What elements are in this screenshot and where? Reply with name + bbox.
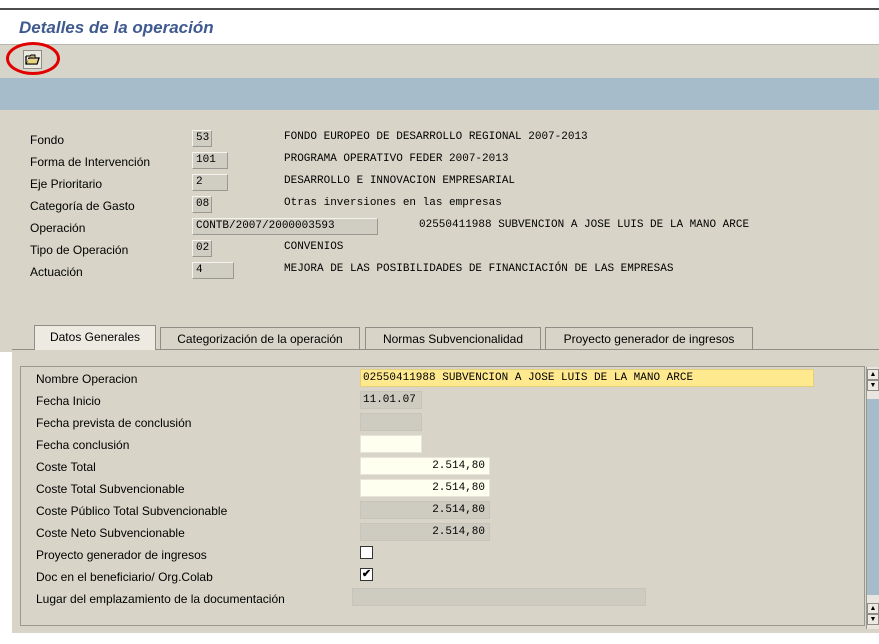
forma-label: Forma de Intervención xyxy=(30,155,151,169)
actuacion-label: Actuación xyxy=(30,265,83,279)
operacion-desc: 02550411988 SUBVENCION A JOSE LUIS DE LA… xyxy=(419,219,750,231)
categoria-label: Categoría de Gasto xyxy=(30,199,135,213)
proyecto-checkbox[interactable] xyxy=(360,546,373,559)
eje-label: Eje Prioritario xyxy=(30,177,103,191)
coste-publico-field: 2.514,80 xyxy=(360,501,490,519)
fondo-code: 53 xyxy=(192,130,212,147)
coste-publico-label: Coste Público Total Subvencionable xyxy=(36,504,228,518)
tipo-desc: CONVENIOS xyxy=(284,241,344,253)
nombre-input[interactable]: 02550411988 SUBVENCION A JOSE LUIS DE LA… xyxy=(360,369,814,387)
fecha-conclusion-input[interactable] xyxy=(360,435,422,453)
forma-desc: PROGRAMA OPERATIVO FEDER 2007-2013 xyxy=(284,153,509,165)
fecha-inicio-field: 11.01.07 xyxy=(360,391,422,409)
tipo-code: 02 xyxy=(192,240,212,257)
coste-total-label: Coste Total xyxy=(36,460,96,474)
forma-code: 101 xyxy=(192,152,228,169)
categoria-code: 08 xyxy=(192,196,212,213)
coste-neto-label: Coste Neto Subvencionable xyxy=(36,526,185,540)
scroll-down-bottom-icon[interactable]: ▼ xyxy=(867,614,879,625)
doc-benef-checkbox[interactable]: ✔ xyxy=(360,568,373,581)
tab-proyecto-generador[interactable]: Proyecto generador de ingresos xyxy=(545,327,753,349)
operacion-label: Operación xyxy=(30,221,86,235)
lugar-field xyxy=(352,588,646,606)
eje-code: 2 xyxy=(192,174,228,191)
vertical-scrollbar[interactable]: ▲ ▼ ▲ ▼ xyxy=(866,367,879,629)
proyecto-label: Proyecto generador de ingresos xyxy=(36,548,207,562)
highlight-circle xyxy=(6,42,60,75)
doc-benef-label: Doc en el beneficiario/ Org.Colab xyxy=(36,570,213,584)
tab-datos-generales[interactable]: Datos Generales xyxy=(34,325,156,350)
operacion-code: CONTB/2007/2000003593 xyxy=(192,218,378,235)
scroll-thumb[interactable] xyxy=(867,399,879,595)
header-band xyxy=(0,78,879,110)
categoria-desc: Otras inversiones en las empresas xyxy=(284,197,502,209)
fecha-prevista-field xyxy=(360,413,422,431)
scroll-up-icon[interactable]: ▲ xyxy=(867,369,879,380)
tab-normas-subvencionalidad[interactable]: Normas Subvencionalidad xyxy=(365,327,541,349)
coste-total-subv-input[interactable]: 2.514,80 xyxy=(360,479,490,497)
coste-total-subv-label: Coste Total Subvencionable xyxy=(36,482,185,496)
actuacion-code: 4 xyxy=(192,262,234,279)
coste-total-input[interactable]: 2.514,80 xyxy=(360,457,490,475)
eje-desc: DESARROLLO E INNOVACION EMPRESARIAL xyxy=(284,175,516,187)
tab-categorizacion[interactable]: Categorización de la operación xyxy=(160,327,360,349)
page-title: Detalles de la operación xyxy=(19,18,214,37)
fecha-conclusion-label: Fecha conclusión xyxy=(36,438,130,452)
toolbar xyxy=(0,44,879,79)
fondo-desc: FONDO EUROPEO DE DESARROLLO REGIONAL 200… xyxy=(284,131,588,143)
coste-neto-field: 2.514,80 xyxy=(360,523,490,541)
nombre-label: Nombre Operacion xyxy=(36,372,138,386)
fondo-label: Fondo xyxy=(30,133,65,147)
fecha-prevista-label: Fecha prevista de conclusión xyxy=(36,416,192,430)
tipo-label: Tipo de Operación xyxy=(30,243,129,257)
actuacion-desc: MEJORA DE LAS POSIBILIDADES DE FINANCIAC… xyxy=(284,263,674,275)
fecha-inicio-label: Fecha Inicio xyxy=(36,394,101,408)
lugar-label: Lugar del emplazamiento de la documentac… xyxy=(36,592,285,606)
scroll-up-bottom-icon[interactable]: ▲ xyxy=(867,603,879,614)
top-border xyxy=(0,8,879,10)
scroll-down-icon[interactable]: ▼ xyxy=(867,380,879,391)
